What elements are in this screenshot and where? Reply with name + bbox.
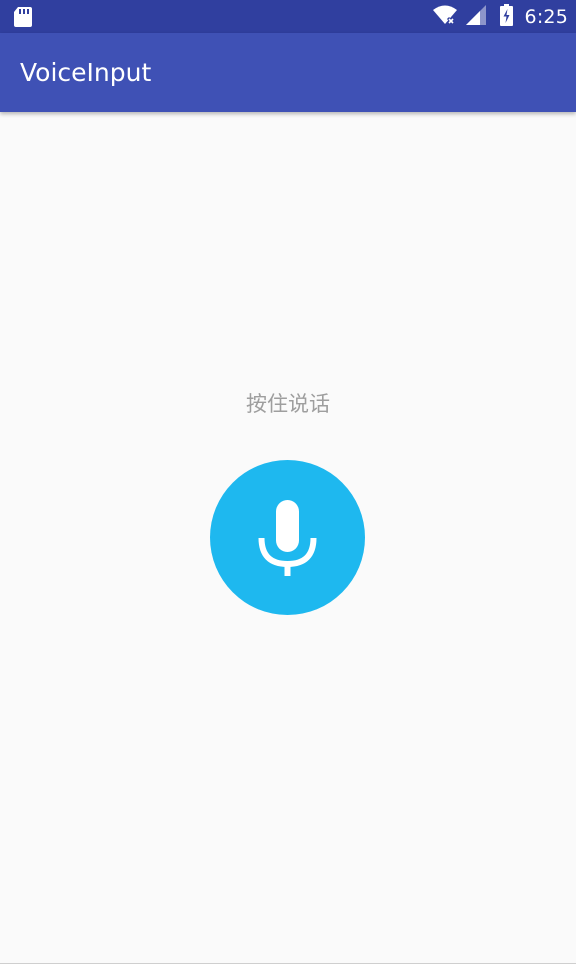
status-bar: 6:25 <box>0 0 576 33</box>
hold-to-talk-label: 按住说话 <box>246 392 330 416</box>
screen: 6:25 VoiceInput 按住说话 <box>0 0 576 964</box>
sd-card-icon <box>14 7 32 27</box>
record-voice-button[interactable] <box>210 460 365 615</box>
battery-charging-icon <box>499 3 513 30</box>
microphone-icon <box>258 500 317 576</box>
wifi-icon <box>432 5 458 29</box>
signal-icon <box>465 4 486 29</box>
app-title: VoiceInput <box>20 58 152 87</box>
clock-time: 6:25 <box>524 5 568 28</box>
app-bar: VoiceInput <box>0 33 576 112</box>
